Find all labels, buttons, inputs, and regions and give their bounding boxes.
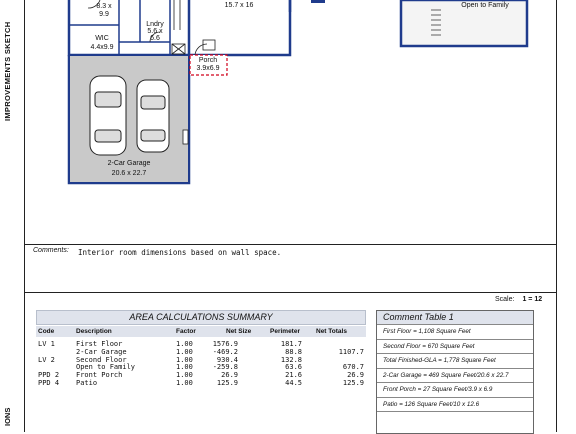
laundry-dims-2: 6.6 bbox=[150, 35, 160, 42]
col-description: Description bbox=[76, 328, 112, 335]
section-label-bottom: IONS bbox=[3, 407, 12, 427]
col-net-size: Net Size bbox=[226, 328, 252, 335]
list-item: Front Porch = 27 Square Feet/3.9 x 6.9 bbox=[377, 383, 533, 398]
scale-value: 1 = 12 bbox=[522, 296, 543, 303]
scale-label: Scale: bbox=[495, 296, 515, 303]
list-item: 2-Car Garage = 469 Square Feet/20.6 x 22… bbox=[377, 369, 533, 383]
right-border bbox=[556, 0, 557, 432]
col-factor: Factor bbox=[176, 328, 196, 335]
floor-plan-sketch: 8.3 x 9.9 Lndry 5.6 x 6.6 15.7 x 16 WIC … bbox=[67, 0, 529, 185]
family-label: Open to Family bbox=[461, 2, 509, 9]
garage-name: 2-Car Garage bbox=[108, 160, 151, 167]
wic-name: WIC bbox=[95, 35, 109, 42]
comments-text: Interior room dimensions based on wall s… bbox=[78, 248, 282, 257]
porch-name: Porch bbox=[199, 57, 217, 64]
bedroom-dims-label: 8.3 x bbox=[96, 3, 112, 10]
list-item: Patio = 126 Square Feet/10 x 12.6 bbox=[377, 398, 533, 412]
area-calculations-table: AREA CALCULATIONS SUMMARY Code Descripti… bbox=[36, 310, 366, 432]
area-table-title: AREA CALCULATIONS SUMMARY bbox=[36, 310, 366, 325]
comment-table-title: Comment Table 1 bbox=[377, 311, 533, 325]
wic-dims: 4.4x9.9 bbox=[91, 44, 114, 51]
comment-table: Comment Table 1 First Floor = 1,108 Squa… bbox=[376, 310, 534, 434]
area-table-body: LV 1 First Floor 1.00 1576.9 181.7 2-Car… bbox=[36, 340, 366, 388]
table-row: PPD 4 Patio 1.00 125.9 44.5 125.9 bbox=[38, 378, 364, 387]
laundry-name: Lndry bbox=[146, 21, 164, 28]
living-dims: 15.7 x 16 bbox=[225, 2, 254, 9]
scale-readout: Scale: 1 = 12 bbox=[495, 296, 542, 303]
divider-bottom bbox=[24, 292, 556, 293]
side-column: IMPROVEMENTS SKETCH IONS bbox=[0, 0, 25, 432]
garage-dims: 20.6 x 22.7 bbox=[112, 170, 147, 177]
divider-top bbox=[24, 244, 556, 245]
list-item: First Floor = 1,108 Square Feet bbox=[377, 325, 533, 340]
list-item: Second Floor = 670 Square Feet bbox=[377, 340, 533, 354]
laundry-dims: 5.6 x bbox=[147, 28, 163, 35]
improvements-sketch-label: IMPROVEMENTS SKETCH bbox=[3, 21, 12, 122]
bedroom-dims-label-2: 9.9 bbox=[99, 11, 109, 18]
col-code: Code bbox=[38, 328, 55, 335]
col-net-totals: Net Totals bbox=[316, 328, 347, 335]
area-table-header: Code Description Factor Net Size Perimet… bbox=[36, 326, 366, 337]
col-perimeter: Perimeter bbox=[270, 328, 300, 335]
list-item: Total Finished-GLA = 1,778 Square Feet bbox=[377, 354, 533, 369]
comments-label: Comments: bbox=[33, 247, 69, 254]
porch-dims: 3.9x6.9 bbox=[197, 65, 220, 72]
